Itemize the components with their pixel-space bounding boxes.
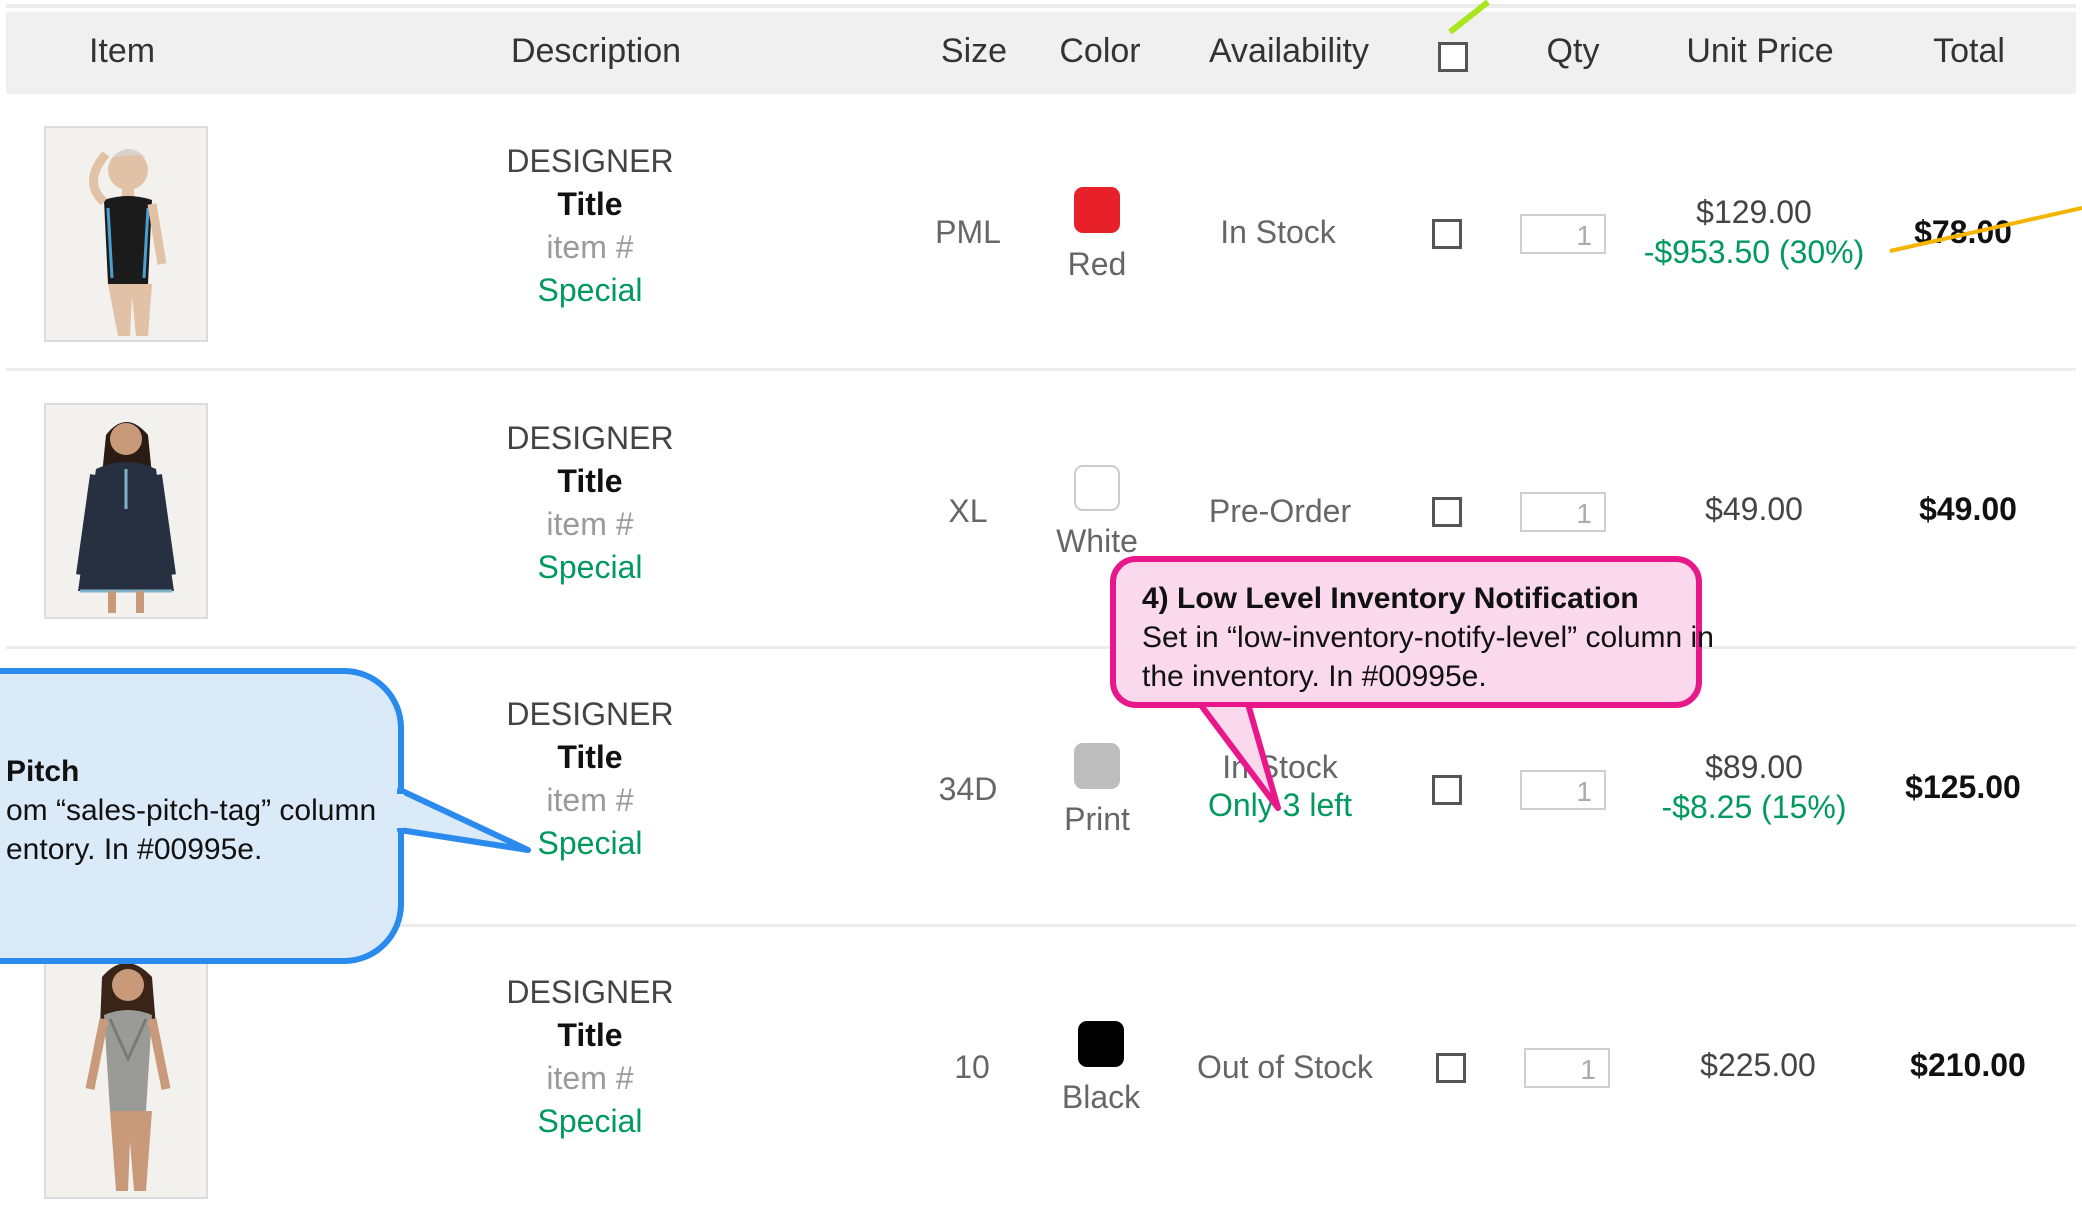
color-name: White	[1056, 523, 1138, 559]
callout-line: om “sales-pitch-tag” column	[6, 794, 377, 827]
header-item: Item	[88, 32, 156, 70]
model-photo-icon	[46, 959, 206, 1197]
color-name: Black	[1061, 1079, 1141, 1115]
discount-amount: -$953.50 (30%)	[1643, 234, 1865, 270]
callout-line: entory. In #00995e.	[6, 833, 263, 866]
discount-amount: -$8.25 (15%)	[1661, 789, 1847, 825]
color-swatch	[1074, 187, 1120, 233]
sales-pitch-tag: Special	[537, 272, 643, 308]
quantity-input[interactable]: 1	[1520, 214, 1606, 254]
product-title[interactable]: Title	[506, 460, 673, 503]
callout-title: Pitch	[6, 755, 80, 788]
sales-pitch-tag: Special	[537, 1103, 643, 1139]
product-thumbnail[interactable]	[44, 126, 208, 342]
size-value: PML	[935, 214, 1001, 250]
row-select-checkbox[interactable]	[1432, 775, 1462, 805]
table-row: DESIGNER Title item # Special XL White P…	[0, 371, 2082, 649]
table-row: DESIGNER Title item # Special 10 Black O…	[0, 927, 2082, 1205]
sales-pitch-tag: Special	[537, 549, 643, 585]
table-row: DESIGNER Title item # Special PML Red In…	[0, 94, 2082, 372]
color-swatch	[1074, 465, 1120, 511]
line-total: $78.00	[1914, 214, 2012, 250]
product-title[interactable]: Title	[506, 183, 673, 226]
line-total: $125.00	[1905, 769, 2021, 805]
sales-pitch-callout-text: Pitch om “sales-pitch-tag” column entory…	[6, 752, 376, 869]
line-total: $210.00	[1910, 1047, 2026, 1083]
availability-status: In Stock	[1220, 214, 1336, 250]
size-value: XL	[948, 493, 988, 529]
quantity-input[interactable]: 1	[1520, 770, 1606, 810]
designer-name: DESIGNER	[506, 420, 674, 456]
top-divider	[6, 4, 2076, 8]
availability-status: In Stock	[1222, 749, 1338, 785]
product-description: DESIGNER Title item # Special	[506, 417, 673, 589]
cart-table-header: Item Description Size Color Availability…	[6, 12, 2076, 94]
size-value: 10	[954, 1049, 990, 1085]
designer-name: DESIGNER	[506, 974, 674, 1010]
product-description: DESIGNER Title item # Special	[506, 140, 673, 312]
product-description: DESIGNER Title item # Special	[506, 693, 673, 865]
color-name: Red	[1067, 246, 1127, 282]
header-unit-price: Unit Price	[1686, 32, 1834, 70]
callout-line: Set in “low-inventory-notify-level” colu…	[1142, 621, 1714, 654]
product-title[interactable]: Title	[506, 1014, 673, 1057]
availability-status: Out of Stock	[1196, 1049, 1374, 1085]
unit-price: $225.00	[1700, 1047, 1816, 1083]
designer-name: DESIGNER	[506, 696, 674, 732]
header-availability: Availability	[1208, 32, 1370, 70]
quantity-input[interactable]: 1	[1520, 492, 1606, 532]
size-value: 34D	[938, 771, 998, 807]
header-color: Color	[1059, 32, 1141, 70]
unit-price: $129.00	[1696, 194, 1812, 230]
row-select-checkbox[interactable]	[1432, 497, 1462, 527]
header-description: Description	[510, 32, 682, 70]
item-number: item #	[546, 782, 634, 818]
low-inventory-callout-text: 4) Low Level Inventory Notification Set …	[1142, 579, 1714, 696]
item-number: item #	[546, 1060, 634, 1096]
availability-status: Pre-Order	[1208, 493, 1352, 529]
select-all-checkbox[interactable]	[1438, 42, 1468, 72]
item-number: item #	[546, 506, 634, 542]
row-select-checkbox[interactable]	[1436, 1053, 1466, 1083]
callout-title: 4) Low Level Inventory Notification	[1142, 582, 1639, 615]
quantity-input[interactable]: 1	[1524, 1048, 1610, 1088]
line-total: $49.00	[1919, 491, 2017, 527]
item-number: item #	[546, 229, 634, 265]
color-swatch	[1074, 743, 1120, 789]
header-size: Size	[940, 32, 1008, 70]
sales-pitch-tag: Special	[537, 825, 643, 861]
header-qty: Qty	[1546, 32, 1600, 70]
color-swatch	[1078, 1021, 1124, 1067]
product-thumbnail[interactable]	[44, 957, 208, 1199]
model-photo-icon	[46, 405, 206, 617]
callout-line: the inventory. In #00995e.	[1142, 660, 1487, 693]
color-name: Print	[1064, 801, 1130, 837]
header-total: Total	[1933, 32, 2005, 70]
row-select-checkbox[interactable]	[1432, 219, 1462, 249]
product-description: DESIGNER Title item # Special	[506, 971, 673, 1143]
designer-name: DESIGNER	[506, 143, 674, 179]
unit-price: $89.00	[1705, 749, 1803, 785]
model-photo-icon	[46, 128, 206, 340]
product-thumbnail[interactable]	[44, 403, 208, 619]
low-inventory-notice: Only 3 left	[1207, 787, 1353, 823]
unit-price: $49.00	[1705, 491, 1803, 527]
product-title[interactable]: Title	[506, 736, 673, 779]
